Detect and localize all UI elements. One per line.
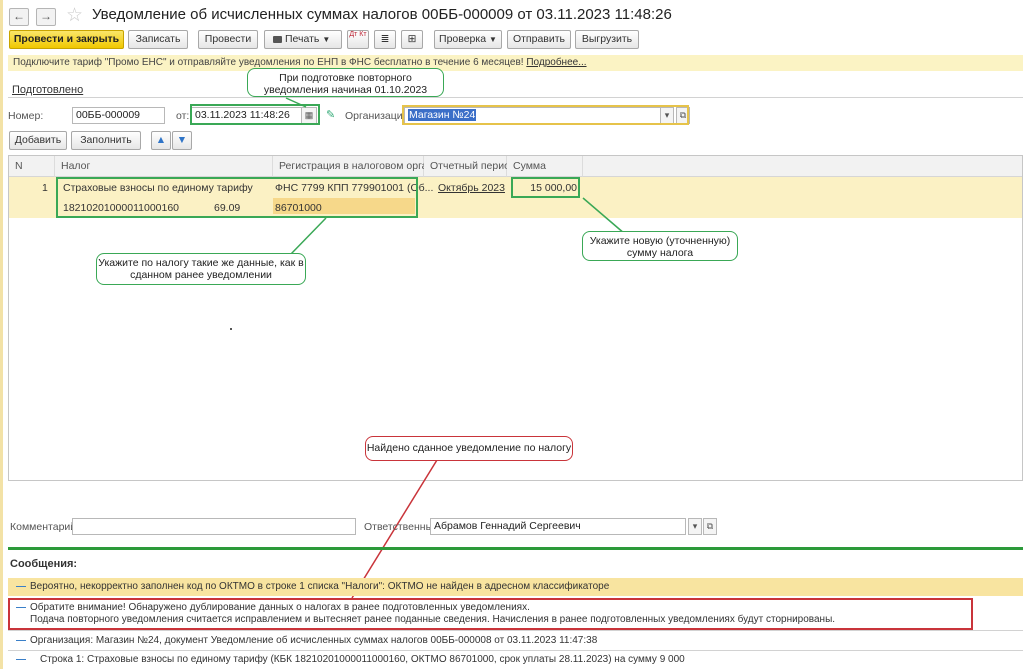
dropdown-icon[interactable]: ▾ xyxy=(688,518,702,535)
dash-icon: — xyxy=(16,654,26,665)
open-icon[interactable]: ⧉ xyxy=(703,518,717,535)
duplicate-warning-box xyxy=(8,598,973,630)
comment-field[interactable] xyxy=(72,518,356,535)
message-item[interactable]: — Организация: Магазин №24, документ Увед… xyxy=(8,633,1023,649)
amount-callout: Укажите новую (уточненную) сумму налога xyxy=(582,231,738,261)
message-text: Вероятно, некорректно заполнен код по ОК… xyxy=(30,581,610,592)
tax-callout: Укажите по налогу такие же данные, как в… xyxy=(96,253,306,285)
message-text: Организация: Магазин №24, документ Уведо… xyxy=(30,635,598,646)
message-item[interactable]: — Вероятно, некорректно заполнен код по О… xyxy=(8,578,1023,596)
comment-label: Комментарий: xyxy=(10,521,80,533)
dash-icon: — xyxy=(16,635,26,646)
date-callout: При подготовке повторного уведомления на… xyxy=(247,68,444,97)
dot xyxy=(230,328,232,330)
messages-divider xyxy=(8,547,1023,550)
message-item[interactable]: — Строка 1: Страховые взносы по единому т… xyxy=(8,652,1023,668)
divider xyxy=(8,630,1023,631)
divider xyxy=(8,650,1023,651)
responsible-field[interactable]: Абрамов Геннадий Сергеевич xyxy=(430,518,686,535)
message-text: Строка 1: Страховые взносы по единому та… xyxy=(40,654,685,665)
messages-header: Сообщения: xyxy=(10,558,78,570)
callout-lines xyxy=(285,97,626,599)
found-callout: Найдено сданное уведомление по налогу xyxy=(365,436,573,461)
dash-icon: — xyxy=(16,581,26,592)
